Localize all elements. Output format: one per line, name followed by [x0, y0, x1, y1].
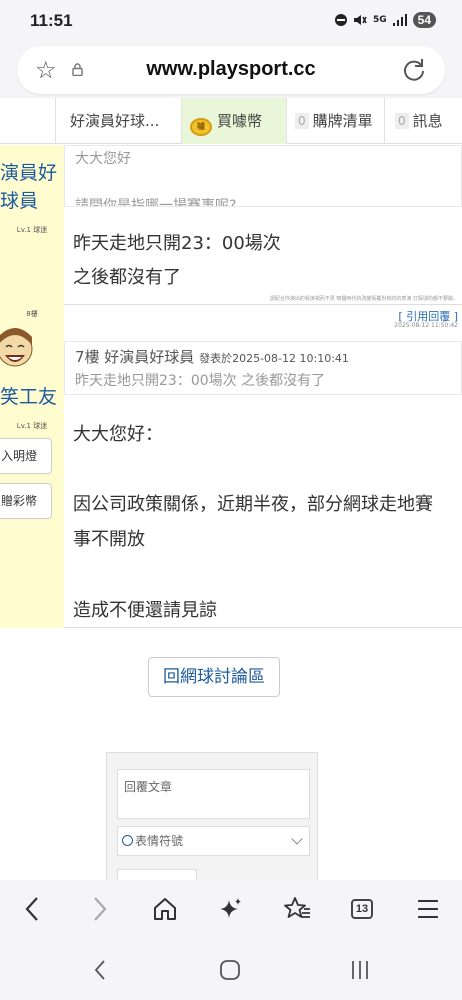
- avatar[interactable]: [0, 323, 34, 373]
- tab-buy-label: 買噱幣: [217, 112, 263, 130]
- home-button[interactable]: [147, 891, 183, 927]
- emoji-select-label: 表情符號: [135, 834, 184, 848]
- forum-post-prev: 演員好 球員 Lv.1 球迷 大大您好 請問你是指哪一場賽事呢? 昨天走地只開2…: [0, 145, 462, 305]
- mute-icon: [353, 15, 367, 25]
- verify-button-label: 入明燈: [1, 449, 38, 463]
- messages-count: 0: [395, 113, 409, 129]
- quote-greeting: 大大您好: [75, 151, 131, 167]
- post-body-line: 之後都沒有了: [73, 267, 181, 288]
- post-content: 大大您好 請問你是指哪一場賽事呢? 昨天走地只開23：00場次 之後都沒有了 請…: [64, 145, 462, 305]
- purchase-list-count: 0: [295, 113, 309, 129]
- system-nav-bar: [0, 938, 462, 1000]
- tab-buy-coins[interactable]: 噱買噱幣: [182, 98, 286, 144]
- forum-post-reply: 8樓 笑工友 Lv.1 球迷 入明燈 贈彩幣 [ 引用回覆 ] 2025-08-…: [0, 305, 462, 628]
- forward-button[interactable]: [82, 891, 118, 927]
- back-to-forum-button[interactable]: 回網球討論區: [148, 657, 280, 697]
- bookmarks-button[interactable]: [279, 891, 315, 927]
- url-bar[interactable]: ☆ www.playsport.cc: [17, 46, 445, 94]
- reply-textarea-placeholder: 回覆文章: [124, 780, 173, 794]
- post-floor: 8樓: [26, 310, 38, 318]
- tab-messages-label: 訊息: [412, 112, 443, 130]
- system-recents-icon: [352, 961, 368, 979]
- system-home-icon: [220, 960, 240, 980]
- status-bar: 11:51 5G 54: [0, 0, 462, 40]
- post-body-line: 因公司政策關係，近期半夜，部分網球走地賽: [73, 494, 433, 515]
- quote-header: 7樓 好演員好球員 發表於2025-08-12 10:10:41: [75, 346, 349, 367]
- menu-button[interactable]: [410, 891, 446, 927]
- chevron-left-icon: [25, 897, 38, 921]
- reply-textarea[interactable]: 回覆文章: [117, 769, 310, 819]
- post-author-sidebar: 演員好 球員 Lv.1 球迷: [0, 145, 64, 305]
- back-button[interactable]: [14, 891, 50, 927]
- url-text[interactable]: www.playsport.cc: [17, 58, 445, 81]
- author-level: Lv.1 球迷: [16, 226, 48, 234]
- reload-icon[interactable]: [401, 57, 427, 83]
- ai-assistant-button[interactable]: [213, 891, 249, 927]
- tabs-button[interactable]: 13: [344, 891, 380, 927]
- status-time: 11:51: [30, 11, 73, 30]
- tabs-count-icon: 13: [351, 899, 373, 919]
- home-icon: [154, 898, 176, 920]
- reply-form: 回覆文章 表情符號: [106, 752, 318, 882]
- post-body-line: 大大您好：: [73, 424, 163, 445]
- status-icons: 5G 54: [334, 12, 436, 28]
- author-name-line2[interactable]: 球員: [0, 187, 64, 215]
- system-recents-button[interactable]: [342, 952, 378, 988]
- browser-url-area: ☆ www.playsport.cc: [0, 40, 462, 98]
- battery-level: 54: [412, 12, 436, 28]
- author-level: Lv.1 球迷: [16, 422, 48, 430]
- post-body-line: 昨天走地只開23：00場次: [73, 233, 281, 254]
- back-to-forum-label: 回網球討論區: [163, 667, 265, 687]
- gift-coins-button[interactable]: 贈彩幣: [0, 483, 52, 519]
- quote-body: 昨天走地只開23：00場次 之後都沒有了: [75, 373, 326, 389]
- quote-partial: 請問你是指哪一場賽事呢?: [75, 198, 237, 207]
- post-body-line: 事不開放: [73, 529, 145, 550]
- author-name-line1[interactable]: 演員好: [0, 159, 64, 187]
- quote-box: 大大您好 請問你是指哪一場賽事呢?: [64, 145, 462, 207]
- tab-purchase-list-label: 購牌清單: [312, 112, 373, 130]
- browser-toolbar: 13: [0, 880, 462, 938]
- tab-user-profile[interactable]: 好演員好球...: [55, 98, 182, 144]
- post-time: 2025-08-12 11:50:42: [394, 322, 458, 329]
- quote-floor-user: 7樓 好演員好球員: [75, 348, 195, 366]
- quote-box: 7樓 好演員好球員 發表於2025-08-12 10:10:41 昨天走地只開2…: [64, 341, 462, 395]
- system-back-icon: [94, 960, 105, 980]
- coin-icon: 噱: [190, 118, 212, 136]
- post-author-sidebar: 8樓 笑工友 Lv.1 球迷 入明燈 贈彩幣: [0, 305, 64, 628]
- post-signature: 請配合你演出的我演視而不見 噴擾時代的改變看覆份核的的表演 打假球的都不要臉。: [269, 296, 458, 302]
- system-back-button[interactable]: [82, 952, 118, 988]
- bookmark-list-icon: [284, 897, 310, 918]
- chevron-right-icon: [94, 897, 107, 921]
- smile-icon: [122, 835, 133, 846]
- chevron-down-icon: [291, 833, 303, 845]
- sparkle-icon: [220, 898, 241, 918]
- system-home-button[interactable]: [212, 952, 248, 988]
- gift-coins-label: 贈彩幣: [1, 494, 38, 508]
- do-not-disturb-icon: [334, 14, 347, 26]
- verify-button[interactable]: 入明燈: [0, 438, 52, 474]
- post-content: [ 引用回覆 ] 2025-08-12 11:50:42 7樓 好演員好球員 發…: [64, 305, 462, 628]
- tab-user-label: 好演員好球...: [70, 112, 160, 130]
- author-name[interactable]: 笑工友: [0, 383, 64, 411]
- tabs-count: 13: [355, 903, 369, 915]
- hamburger-menu-icon: [418, 900, 438, 918]
- network-type: 5G: [372, 15, 387, 25]
- site-nav-tabs: 好演員好球... 噱買噱幣 0 購牌清單 0 訊息: [0, 98, 462, 144]
- emoji-select[interactable]: 表情符號: [117, 826, 310, 856]
- signal-icon: [392, 14, 407, 26]
- tab-purchase-list[interactable]: 0 購牌清單: [286, 98, 384, 144]
- tab-messages[interactable]: 0 訊息: [384, 98, 462, 144]
- quote-posted-time: 發表於2025-08-12 10:10:41: [199, 352, 349, 365]
- post-body-line: 造成不便還請見諒: [73, 600, 217, 621]
